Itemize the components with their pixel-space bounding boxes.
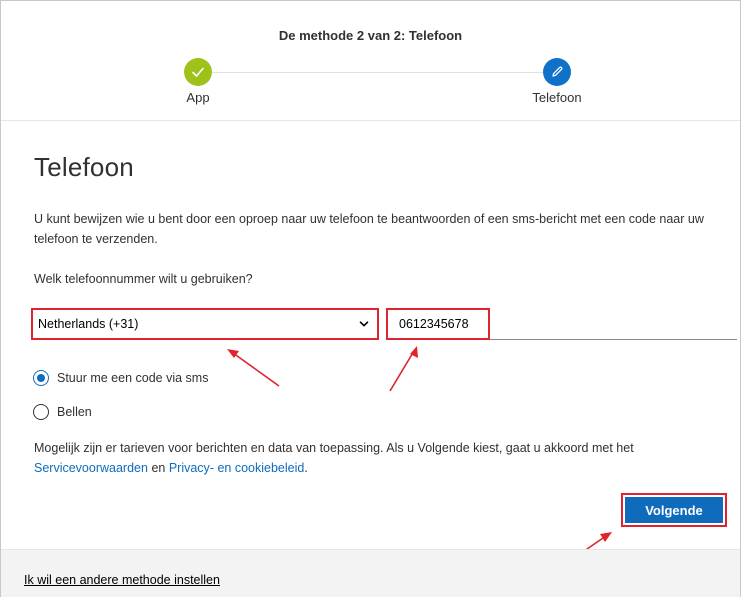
call-option-label: Bellen <box>57 405 92 419</box>
terms-text: Mogelijk zijn er tarieven voor berichten… <box>34 438 734 478</box>
terms-of-service-link[interactable]: Servicevoorwaarden <box>34 461 148 475</box>
auth-setup-panel: De methode 2 van 2: Telefoon App Telefoo… <box>0 0 741 597</box>
arrow-to-phone-input <box>389 346 418 392</box>
call-radio[interactable] <box>33 404 49 420</box>
sms-radio[interactable] <box>33 370 49 386</box>
terms-period: . <box>304 461 308 475</box>
next-button[interactable]: Volgende <box>625 497 723 523</box>
terms-body: Mogelijk zijn er tarieven voor berichten… <box>34 441 634 455</box>
footer: Ik wil een andere methode instellen <box>1 549 740 597</box>
sms-option[interactable]: Stuur me een code via sms <box>33 370 208 386</box>
next-button-highlight: Volgende <box>621 493 727 527</box>
other-method-link[interactable]: Ik wil een andere methode instellen <box>24 573 220 587</box>
sms-option-label: Stuur me een code via sms <box>57 371 209 385</box>
call-option[interactable]: Bellen <box>33 404 92 420</box>
privacy-policy-link[interactable]: Privacy- en cookiebeleid <box>169 461 305 475</box>
terms-conjunction: en <box>151 461 166 475</box>
arrow-to-country-select <box>227 349 280 387</box>
